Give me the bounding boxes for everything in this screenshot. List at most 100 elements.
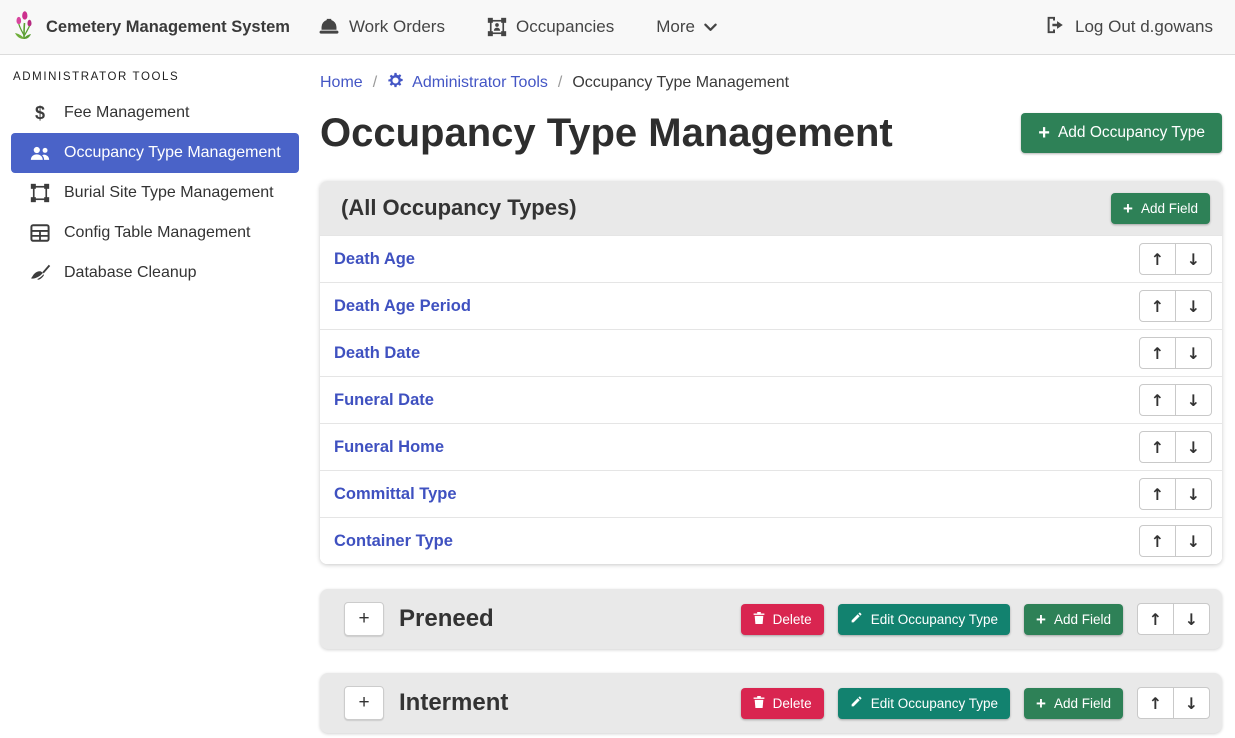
- field-row: Committal Type ↑ ↓: [320, 470, 1222, 517]
- field-row: Funeral Home ↑ ↓: [320, 423, 1222, 470]
- expand-interment-button[interactable]: +: [344, 686, 384, 720]
- trash-icon: [753, 611, 765, 628]
- arrow-up-icon: ↑: [1149, 694, 1162, 713]
- vector-square-icon: [28, 183, 52, 203]
- move-down-button[interactable]: ↓: [1175, 290, 1212, 322]
- field-link-death-date[interactable]: Death Date: [334, 344, 420, 363]
- field-link-container-type[interactable]: Container Type: [334, 532, 453, 551]
- breadcrumb-home-link[interactable]: Home: [320, 74, 363, 92]
- move-up-button[interactable]: ↑: [1139, 478, 1176, 510]
- move-down-button[interactable]: ↓: [1175, 243, 1212, 275]
- trash-icon: [753, 695, 765, 712]
- plus-icon: +: [358, 608, 369, 630]
- field-row: Death Date ↑ ↓: [320, 329, 1222, 376]
- arrow-down-icon: ↓: [1187, 532, 1200, 551]
- breadcrumb-current: Occupancy Type Management: [572, 74, 789, 92]
- move-down-button[interactable]: ↓: [1175, 478, 1212, 510]
- all-occupancy-types-header: (All Occupancy Types) + Add Field: [320, 181, 1222, 235]
- broom-icon: [28, 264, 52, 283]
- sidebar-item-config-table-management[interactable]: Config Table Management: [11, 213, 299, 253]
- arrow-up-icon: ↑: [1151, 344, 1164, 363]
- move-down-button[interactable]: ↓: [1175, 431, 1212, 463]
- sidebar-item-fee-management[interactable]: $ Fee Management: [11, 93, 299, 133]
- add-occupancy-type-button[interactable]: + Add Occupancy Type: [1021, 113, 1222, 153]
- move-down-button[interactable]: ↓: [1173, 687, 1210, 719]
- move-up-button[interactable]: ↑: [1139, 431, 1176, 463]
- dollar-icon: $: [28, 103, 52, 124]
- move-down-button[interactable]: ↓: [1175, 525, 1212, 557]
- move-down-button[interactable]: ↓: [1175, 384, 1212, 416]
- plus-icon: +: [1038, 123, 1050, 143]
- field-link-committal-type[interactable]: Committal Type: [334, 485, 457, 504]
- nav-item-work-orders[interactable]: Work Orders: [318, 17, 445, 37]
- breadcrumb: Home / Administrator Tools / Occupancy T…: [320, 72, 1222, 94]
- occupancy-frame-icon: [487, 17, 507, 37]
- logout-icon: [1045, 16, 1065, 39]
- section-title: Preneed: [399, 605, 494, 633]
- arrow-up-icon: ↑: [1151, 250, 1164, 269]
- nav-item-more[interactable]: More: [656, 17, 717, 37]
- plus-icon: +: [1123, 200, 1133, 217]
- move-up-button[interactable]: ↑: [1139, 525, 1176, 557]
- expand-preneed-button[interactable]: +: [344, 602, 384, 636]
- edit-interment-button[interactable]: Edit Occupancy Type: [838, 688, 1010, 719]
- pencil-icon: [850, 611, 863, 627]
- move-up-button[interactable]: ↑: [1139, 337, 1176, 369]
- arrow-up-icon: ↑: [1151, 532, 1164, 551]
- field-link-funeral-home[interactable]: Funeral Home: [334, 438, 444, 457]
- reorder-controls: ↑ ↓: [1139, 525, 1212, 557]
- plus-icon: +: [1036, 611, 1046, 628]
- arrow-down-icon: ↓: [1185, 610, 1198, 629]
- reorder-controls: ↑ ↓: [1139, 337, 1212, 369]
- add-field-interment-button[interactable]: + Add Field: [1024, 688, 1123, 719]
- page-title: Occupancy Type Management: [320, 109, 893, 157]
- card-title: (All Occupancy Types): [341, 195, 577, 221]
- chevron-down-icon: [704, 23, 717, 32]
- logout-button[interactable]: Log Out d.gowans: [1045, 16, 1213, 39]
- move-up-button[interactable]: ↑: [1139, 290, 1176, 322]
- delete-preneed-button[interactable]: Delete: [741, 604, 824, 635]
- table-icon: [28, 224, 52, 242]
- section-actions: Delete Edit Occupancy Type + Add Field ↑: [741, 603, 1210, 635]
- add-field-preneed-button[interactable]: + Add Field: [1024, 604, 1123, 635]
- section-interment: + Interment Delete: [320, 673, 1222, 733]
- plus-icon: +: [1036, 695, 1046, 712]
- field-link-death-age-period[interactable]: Death Age Period: [334, 297, 471, 316]
- app-brand[interactable]: Cemetery Management System: [12, 10, 290, 45]
- field-row: Death Age Period ↑ ↓: [320, 282, 1222, 329]
- breadcrumb-separator: /: [373, 74, 377, 92]
- breadcrumb-admin-tools-link[interactable]: Administrator Tools: [387, 72, 548, 94]
- move-down-button[interactable]: ↓: [1175, 337, 1212, 369]
- move-up-button[interactable]: ↑: [1137, 603, 1174, 635]
- move-up-button[interactable]: ↑: [1139, 384, 1176, 416]
- reorder-controls: ↑ ↓: [1139, 431, 1212, 463]
- field-row: Container Type ↑ ↓: [320, 517, 1222, 564]
- sidebar-item-burial-site-type-management[interactable]: Burial Site Type Management: [11, 173, 299, 213]
- field-row: Funeral Date ↑ ↓: [320, 376, 1222, 423]
- arrow-down-icon: ↓: [1187, 438, 1200, 457]
- top-navbar: Cemetery Management System Work Orders: [0, 0, 1235, 55]
- arrow-down-icon: ↓: [1187, 485, 1200, 504]
- field-link-death-age[interactable]: Death Age: [334, 250, 415, 269]
- section-actions: Delete Edit Occupancy Type + Add Field ↑: [741, 687, 1210, 719]
- arrow-down-icon: ↓: [1187, 250, 1200, 269]
- arrow-up-icon: ↑: [1151, 485, 1164, 504]
- move-up-button[interactable]: ↑: [1139, 243, 1176, 275]
- edit-preneed-button[interactable]: Edit Occupancy Type: [838, 604, 1010, 635]
- arrow-down-icon: ↓: [1185, 694, 1198, 713]
- delete-interment-button[interactable]: Delete: [741, 688, 824, 719]
- reorder-controls: ↑ ↓: [1137, 603, 1210, 635]
- sidebar-item-database-cleanup[interactable]: Database Cleanup: [11, 253, 299, 293]
- hard-hat-icon: [318, 18, 340, 36]
- plus-icon: +: [358, 692, 369, 714]
- sidebar-item-occupancy-type-management[interactable]: Occupancy Type Management: [11, 133, 299, 173]
- nav-item-occupancies[interactable]: Occupancies: [487, 17, 614, 37]
- move-up-button[interactable]: ↑: [1137, 687, 1174, 719]
- nav-links: Work Orders Occupancies More: [318, 17, 717, 37]
- field-link-funeral-date[interactable]: Funeral Date: [334, 391, 434, 410]
- arrow-up-icon: ↑: [1151, 391, 1164, 410]
- gear-icon: [387, 72, 404, 94]
- move-down-button[interactable]: ↓: [1173, 603, 1210, 635]
- section-title: Interment: [399, 689, 508, 717]
- add-field-button-all-types[interactable]: + Add Field: [1111, 193, 1210, 224]
